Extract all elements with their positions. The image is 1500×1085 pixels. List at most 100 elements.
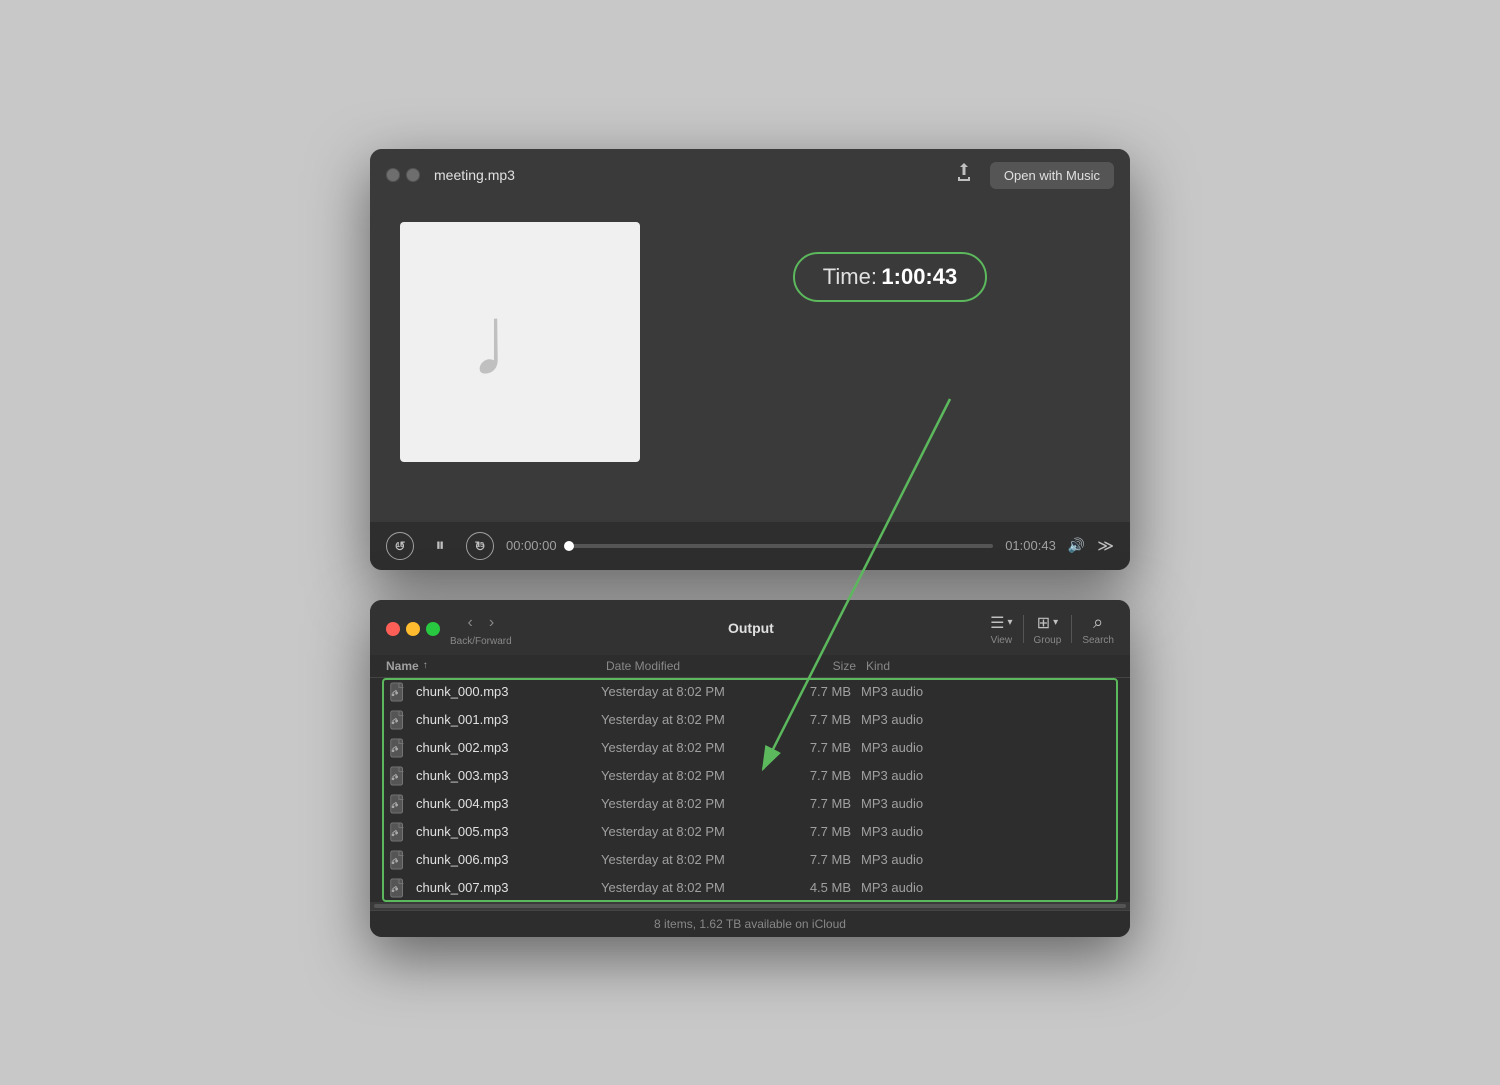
time-display: Time: 1:00:43 [793,252,987,302]
more-options-button[interactable]: ≫ [1097,536,1114,556]
time-oval: Time: 1:00:43 [793,252,987,302]
file-name: chunk_004.mp3 [416,796,601,811]
file-row[interactable]: chunk_001.mp3Yesterday at 8:02 PM7.7 MBM… [370,706,1130,734]
player-controls: 15 ↺ ⏸ 15 ↻ 00:00:00 01:00:43 🔊 ≫ [370,522,1130,570]
open-with-music-button[interactable]: Open with Music [990,162,1114,189]
file-row[interactable]: chunk_000.mp3Yesterday at 8:02 PM7.7 MBM… [370,678,1130,706]
pause-button[interactable]: ⏸ [426,532,454,560]
file-date: Yesterday at 8:02 PM [601,852,781,867]
file-size: 7.7 MB [781,712,861,727]
size-column-header[interactable]: Size [786,659,866,673]
skip-back-button[interactable]: 15 ↺ [386,532,414,560]
finder-window: ‹ › Back/Forward Output ☰ ▾ [370,600,1130,937]
date-column-header[interactable]: Date Modified [606,659,786,673]
file-kind: MP3 audio [861,684,1114,699]
name-column-header[interactable]: Name ↑ [386,659,606,673]
zoom-button-inactive[interactable] [406,168,420,182]
file-icon [388,738,408,758]
music-note-icon: ♩ [470,284,570,399]
file-kind: MP3 audio [861,768,1114,783]
kind-column-header[interactable]: Kind [866,659,1114,673]
finder-maximize-button[interactable] [426,622,440,636]
player-info: Time: 1:00:43 [680,222,1100,302]
file-icon [388,878,408,898]
file-row[interactable]: chunk_007.mp3Yesterday at 8:02 PM4.5 MBM… [370,874,1130,902]
search-button[interactable]: ⌕ [1093,612,1103,633]
file-date: Yesterday at 8:02 PM [601,880,781,895]
file-name: chunk_006.mp3 [416,852,601,867]
back-forward-icons: ‹ › [462,612,501,634]
file-icon [388,850,408,870]
file-row[interactable]: chunk_003.mp3Yesterday at 8:02 PM7.7 MBM… [370,762,1130,790]
file-kind: MP3 audio [861,712,1114,727]
volume-icon[interactable]: 🔊 [1068,537,1085,554]
window-traffic-lights [386,168,420,182]
close-button-inactive[interactable] [386,168,400,182]
forward-button[interactable]: › [483,612,500,634]
toolbar-group: ☰ ▾ View ⊞ ▾ Group [990,612,1114,646]
file-row[interactable]: chunk_005.mp3Yesterday at 8:02 PM7.7 MBM… [370,818,1130,846]
skip-forward-button[interactable]: 15 ↻ [466,532,494,560]
group-chevron-button[interactable]: ▾ [1053,617,1058,628]
file-date: Yesterday at 8:02 PM [601,796,781,811]
finder-close-button[interactable] [386,622,400,636]
group-icons: ⊞ ▾ [1037,613,1058,633]
group-label: Group [1034,635,1062,646]
finder-minimize-button[interactable] [406,622,420,636]
total-time: 01:00:43 [1005,538,1056,553]
group-button-group: ⊞ ▾ Group [1034,613,1062,646]
back-forward-label: Back/Forward [450,636,512,647]
file-row[interactable]: chunk_006.mp3Yesterday at 8:02 PM7.7 MBM… [370,846,1130,874]
toolbar-divider-1 [1023,615,1024,643]
skip-back-icon: ↺ [394,538,406,555]
file-size: 7.7 MB [781,824,861,839]
player-window: meeting.mp3 Open with Music ♩ Tim [370,149,1130,570]
file-date: Yesterday at 8:02 PM [601,712,781,727]
finder-titlebar: ‹ › Back/Forward Output ☰ ▾ [370,600,1130,655]
file-icon [388,766,408,786]
share-button[interactable] [948,161,980,190]
back-button[interactable]: ‹ [462,612,479,634]
progress-bar[interactable] [569,544,994,548]
search-label: Search [1082,635,1114,646]
file-kind: MP3 audio [861,880,1114,895]
file-icon [388,794,408,814]
file-size: 7.7 MB [781,684,861,699]
file-kind: MP3 audio [861,740,1114,755]
progress-thumb[interactable] [564,541,574,551]
file-date: Yesterday at 8:02 PM [601,684,781,699]
file-size: 7.7 MB [781,768,861,783]
player-titlebar: meeting.mp3 Open with Music [370,149,1130,202]
group-button[interactable]: ⊞ [1037,613,1050,633]
finder-folder-name: Output [728,620,774,636]
sort-indicator: ↑ [423,660,428,671]
file-icon [388,682,408,702]
file-row[interactable]: chunk_002.mp3Yesterday at 8:02 PM7.7 MBM… [370,734,1130,762]
search-button-group: ⌕ Search [1082,612,1114,646]
back-forward-group: ‹ › Back/Forward [450,612,512,647]
file-size: 7.7 MB [781,740,861,755]
file-list-wrapper: chunk_000.mp3Yesterday at 8:02 PM7.7 MBM… [370,678,1130,902]
file-icon [388,822,408,842]
toolbar-divider-2 [1071,615,1072,643]
file-name: chunk_002.mp3 [416,740,601,755]
album-art: ♩ [400,222,640,462]
list-view-button[interactable]: ☰ [990,613,1004,633]
view-button-group: ☰ ▾ View [990,613,1012,646]
file-list: chunk_000.mp3Yesterday at 8:02 PM7.7 MBM… [370,678,1130,902]
file-date: Yesterday at 8:02 PM [601,768,781,783]
current-time: 00:00:00 [506,538,557,553]
view-chevron-button[interactable]: ▾ [1007,617,1012,628]
scrollbar-track[interactable] [374,904,1126,908]
file-size: 7.7 MB [781,852,861,867]
time-value: 1:00:43 [881,264,957,289]
file-size: 4.5 MB [781,880,861,895]
view-icons: ☰ ▾ [990,613,1012,633]
finder-scrollbar[interactable] [370,902,1130,910]
file-kind: MP3 audio [861,824,1114,839]
file-name: chunk_005.mp3 [416,824,601,839]
finder-column-headers: Name ↑ Date Modified Size Kind [370,655,1130,678]
file-row[interactable]: chunk_004.mp3Yesterday at 8:02 PM7.7 MBM… [370,790,1130,818]
file-kind: MP3 audio [861,796,1114,811]
file-name: chunk_007.mp3 [416,880,601,895]
